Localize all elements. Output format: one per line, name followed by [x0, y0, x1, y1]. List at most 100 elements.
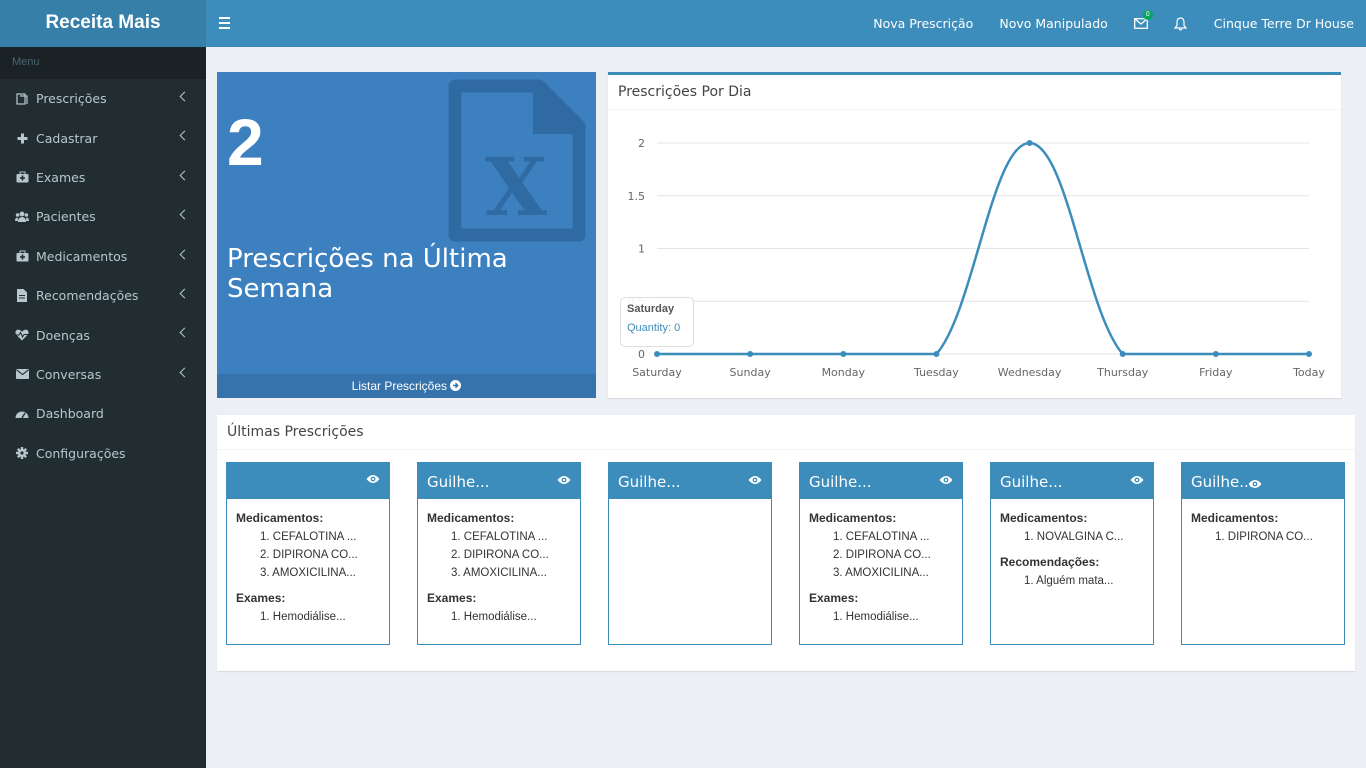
- data-point: [1119, 351, 1126, 357]
- data-point: [654, 351, 660, 357]
- chart-tooltip: Saturday Quantity: 0: [620, 297, 694, 347]
- sidebar-item-4[interactable]: Medicamentos: [0, 237, 206, 276]
- x-tick-label: Saturday: [632, 366, 682, 379]
- card-section-title: Exames:: [236, 591, 286, 605]
- eye-icon[interactable]: [366, 471, 380, 489]
- chevron-left-icon: [179, 367, 190, 378]
- data-point: [747, 351, 754, 357]
- card-section: Recomendações: 1. Alguém mata...: [1000, 555, 1144, 590]
- card-patient-name: Guilhe...: [1191, 473, 1254, 491]
- sidebar-item-9[interactable]: Configurações: [0, 434, 206, 473]
- eye-icon[interactable]: [1248, 476, 1262, 494]
- tooltip-title: Saturday: [627, 303, 675, 315]
- app-logo[interactable]: Receita Mais: [0, 0, 206, 47]
- y-tick-label: 2: [638, 137, 645, 150]
- card-section: Exames: 1. Hemodiálise...: [427, 591, 571, 626]
- novo-manipulado-link[interactable]: Novo Manipulado: [986, 16, 1120, 31]
- data-point: [840, 351, 847, 357]
- sidebar-menu-header: Menu: [0, 47, 206, 79]
- card-body: Medicamentos: 1. CEFALOTINA ... 2. DIPIRON…: [227, 499, 389, 647]
- prescription-card: Medicamentos: 1. CEFALOTINA ... 2. DIPIRON…: [226, 462, 390, 645]
- bell-icon: [1174, 16, 1188, 31]
- line-chart: 00.511.52SaturdaySundayMondayTuesdayWedn…: [628, 137, 1326, 379]
- card-header: Guilhe...: [991, 463, 1153, 499]
- stat-box-prescricoes: X 2 Prescrições na Última Semana Listar …: [217, 72, 596, 398]
- chart-box: Prescrições Por Dia 00.511.52SaturdaySun…: [608, 72, 1341, 398]
- top-navbar: Nova Prescrição Novo Manipulado 0 Cinque…: [206, 0, 1366, 47]
- card-section-title: Medicamentos:: [427, 511, 515, 525]
- messages-badge: 0: [1142, 10, 1153, 20]
- sidebar-item-label: Cadastrar: [36, 130, 98, 146]
- medkit-icon: [15, 249, 29, 263]
- card-section-title: Exames:: [427, 591, 477, 605]
- chevron-left-icon: [179, 209, 190, 220]
- card-header: [227, 463, 389, 499]
- eye-icon[interactable]: [1130, 472, 1144, 490]
- prescription-card: Guilhe... Medicamentos: 1. NOVALGINA C... R…: [990, 462, 1154, 645]
- x-tick-label: Sunday: [730, 366, 772, 379]
- sidebar-toggle-button[interactable]: [218, 14, 236, 32]
- listar-prescricoes-link[interactable]: Listar Prescrições: [217, 374, 596, 398]
- sidebar-item-3[interactable]: Pacientes: [0, 197, 206, 236]
- nova-prescricao-link[interactable]: Nova Prescrição: [860, 16, 986, 31]
- navbar-right: Nova Prescrição Novo Manipulado 0 Cinque…: [860, 0, 1366, 47]
- eye-icon[interactable]: [748, 472, 762, 490]
- sidebar-item-7[interactable]: Conversas: [0, 355, 206, 394]
- card-section: Exames: 1. Hemodiálise...: [236, 591, 380, 626]
- sidebar-item-label: Recomendações: [36, 288, 139, 304]
- prescription-card: Guilhe... Medicamentos: 1. DIPIRONA CO...: [1181, 462, 1345, 645]
- list-item: 1. NOVALGINA C...: [1024, 531, 1124, 543]
- ultimas-title: Últimas Prescrições: [217, 415, 1355, 450]
- card-body: Medicamentos: 1. NOVALGINA C... Recomendaç…: [991, 499, 1153, 611]
- messages-button[interactable]: 0: [1121, 0, 1161, 47]
- list-item: 3. AMOXICILINA...: [833, 567, 929, 579]
- prescription-card: Guilhe... Medicamentos: 1. CEFALOTINA ... 2…: [799, 462, 963, 645]
- arrow-circle-right-icon: [450, 380, 462, 391]
- card-patient-name: Guilhe...: [427, 473, 490, 491]
- users-icon: [15, 210, 29, 224]
- sidebar-item-8[interactable]: Dashboard: [0, 394, 206, 433]
- chevron-left-icon: [179, 327, 190, 338]
- sidebar-item-1[interactable]: Cadastrar: [0, 118, 206, 157]
- data-point: [933, 351, 940, 357]
- card-body: Medicamentos: 1. CEFALOTINA ... 2. DIPIRON…: [418, 499, 580, 647]
- x-tick-label: Thursday: [1096, 366, 1149, 379]
- chevron-left-icon: [179, 91, 190, 102]
- list-item: 3. AMOXICILINA...: [451, 567, 547, 579]
- list-item: 3. AMOXICILINA...: [260, 567, 356, 579]
- heartbeat-icon: [15, 328, 29, 342]
- ultimas-prescricoes-box: Últimas Prescrições Medicamentos: 1. CEFA…: [217, 415, 1355, 671]
- card-section: Medicamentos: 1. DIPIRONA CO...: [1191, 511, 1335, 546]
- user-menu[interactable]: Cinque Terre Dr House: [1201, 16, 1366, 31]
- sidebar-menu: Prescrições Cadastrar Exames Pacientes Medic…: [0, 79, 206, 473]
- eye-icon[interactable]: [557, 472, 571, 490]
- file-excel-icon: X: [448, 79, 586, 242]
- eye-icon[interactable]: [939, 472, 953, 490]
- list-item: 1. DIPIRONA CO...: [1215, 531, 1313, 543]
- x-tick-label: Friday: [1199, 366, 1233, 379]
- sidebar: Menu Prescrições Cadastrar Exames Pacientes…: [0, 47, 206, 768]
- data-point: [1306, 351, 1312, 357]
- card-section-title: Medicamentos:: [236, 511, 324, 525]
- sidebar-item-0[interactable]: Prescrições: [0, 79, 206, 118]
- card-section: Medicamentos: 1. NOVALGINA C...: [1000, 511, 1144, 546]
- sidebar-item-label: Dashboard: [36, 406, 104, 422]
- sidebar-item-5[interactable]: Recomendações: [0, 276, 206, 315]
- sidebar-item-label: Doenças: [36, 327, 90, 343]
- chevron-left-icon: [179, 288, 190, 299]
- card-body: Medicamentos: 1. DIPIRONA CO...: [1182, 499, 1344, 567]
- notifications-button[interactable]: [1161, 0, 1201, 47]
- file-icon: [15, 289, 29, 303]
- card-section: Medicamentos: 1. CEFALOTINA ... 2. DIPIRON…: [427, 511, 571, 582]
- y-tick-label: 1: [638, 243, 645, 256]
- card-section: Medicamentos: 1. CEFALOTINA ... 2. DIPIRON…: [236, 511, 380, 582]
- card-patient-name: Guilhe...: [809, 473, 872, 491]
- card-section: Medicamentos: 1. CEFALOTINA ... 2. DIPIRON…: [809, 511, 953, 582]
- svg-text:X: X: [485, 140, 547, 234]
- card-section-title: Exames:: [809, 591, 859, 605]
- sidebar-item-label: Medicamentos: [36, 248, 128, 264]
- chevron-left-icon: [179, 170, 190, 181]
- sidebar-item-6[interactable]: Doenças: [0, 315, 206, 354]
- stat-label: Prescrições na Última Semana: [227, 244, 508, 304]
- sidebar-item-2[interactable]: Exames: [0, 158, 206, 197]
